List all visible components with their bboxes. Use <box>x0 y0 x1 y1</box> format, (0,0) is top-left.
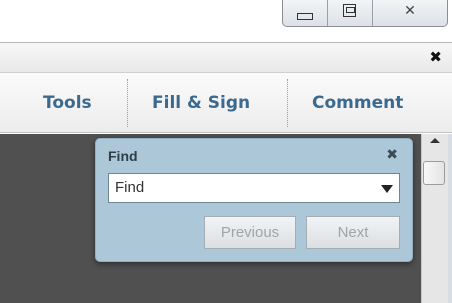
vertical-scrollbar[interactable] <box>421 134 448 303</box>
comment-button[interactable]: Comment <box>312 73 403 133</box>
next-button[interactable]: Next <box>306 216 400 249</box>
minimize-button[interactable] <box>283 0 328 26</box>
maximize-icon <box>343 4 356 17</box>
find-close-icon[interactable]: ✖ <box>386 147 398 163</box>
window-right-edge <box>448 134 452 303</box>
toolbar-separator <box>287 79 288 127</box>
find-panel-title: Find <box>108 148 138 164</box>
window-close-button[interactable]: ✕ <box>373 0 447 26</box>
document-close-icon[interactable]: ✖ <box>429 48 442 66</box>
toolbar-separator <box>127 79 128 127</box>
task-toolbar: Tools Fill & Sign Comment <box>0 73 452 133</box>
document-bar: ✖ <box>0 42 452 73</box>
close-icon: ✕ <box>404 3 416 19</box>
minimize-icon <box>297 13 313 20</box>
tools-button[interactable]: Tools <box>43 73 92 133</box>
window-titlebar: ✕ <box>0 0 452 40</box>
find-panel: Find ✖ Find Previous Next <box>95 138 413 262</box>
scroll-up-icon[interactable] <box>430 138 440 143</box>
window-controls: ✕ <box>282 0 448 27</box>
maximize-button[interactable] <box>328 0 373 26</box>
previous-button[interactable]: Previous <box>204 216 296 249</box>
fill-sign-button[interactable]: Fill & Sign <box>152 73 250 133</box>
find-combo-box[interactable]: Find <box>108 173 400 203</box>
dropdown-arrow-icon[interactable] <box>381 185 393 193</box>
scroll-thumb[interactable] <box>423 161 445 185</box>
find-input[interactable]: Find <box>115 179 144 196</box>
